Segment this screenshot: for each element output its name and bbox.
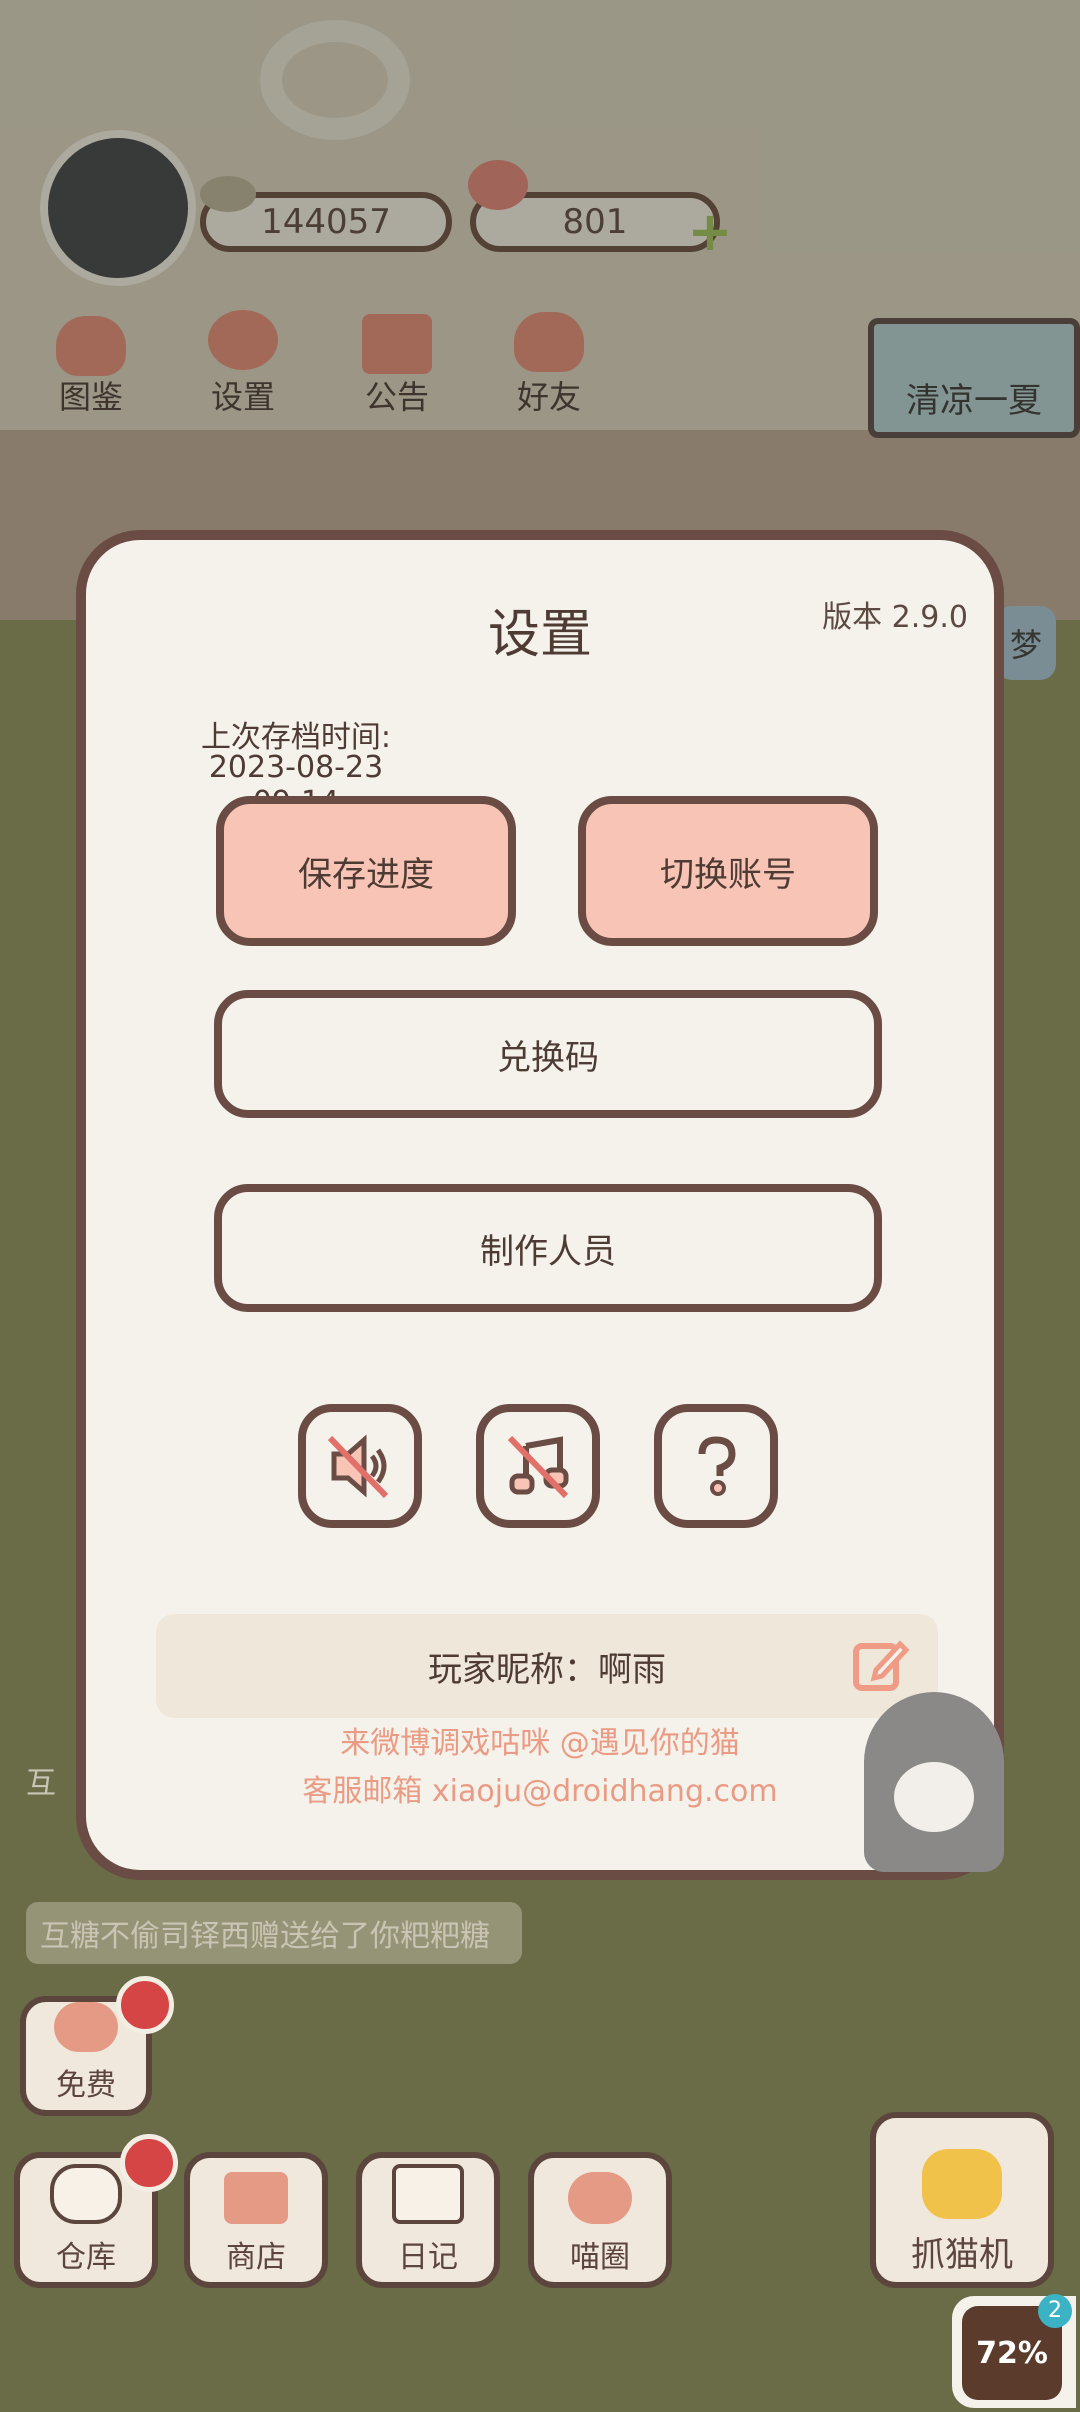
version-label: 版本 2.9.0 (822, 600, 968, 635)
music-muted-icon (507, 1435, 569, 1499)
warehouse-notification-dot (120, 2134, 178, 2192)
cat-illustration (864, 1692, 1004, 1872)
diary-button[interactable]: 日记 (356, 2152, 500, 2288)
save-progress-button[interactable]: 保存进度 (216, 796, 516, 946)
floating-count-badge: 2 (1038, 2294, 1072, 2328)
diary-label: 日记 (398, 2240, 458, 2275)
cat-circle-button[interactable]: 喵圈 (528, 2152, 672, 2288)
weibo-link[interactable]: 来微博调戏咕咪 @遇见你的猫 (86, 1718, 994, 1762)
settings-dialog: 设置 版本 2.9.0 上次存档时间: 2023-08-23 09:14 保存进… (76, 530, 1004, 1880)
credits-label: 制作人员 (480, 1231, 616, 1272)
switch-account-label: 切换账号 (660, 854, 796, 895)
floating-count: 2 (1048, 2298, 1062, 2323)
redeem-code-button[interactable]: 兑换码 (214, 990, 882, 1118)
nickname-row[interactable]: 玩家昵称：啊雨 (156, 1614, 938, 1718)
help-icon (698, 1436, 736, 1496)
floating-progress-widget[interactable]: 72% 2 (952, 2294, 1076, 2408)
rice-bowl-icon (50, 2164, 122, 2224)
claw-machine-label: 抓猫机 (911, 2235, 1013, 2275)
cat-planet-icon (568, 2172, 632, 2224)
help-button[interactable] (654, 1404, 778, 1528)
shop-button[interactable]: 商店 (184, 2152, 328, 2288)
gift-toast-text: 互糖不偷司铎西赠送给了你粑粑糖 (40, 1919, 490, 1954)
save-progress-label: 保存进度 (298, 854, 434, 895)
cat-circle-label: 喵圈 (570, 2240, 630, 2275)
claw-icon (922, 2149, 1002, 2219)
credits-button[interactable]: 制作人员 (214, 1184, 882, 1312)
free-notification-dot (116, 1976, 174, 2034)
switch-account-button[interactable]: 切换账号 (578, 796, 878, 946)
apple-icon (54, 2002, 118, 2052)
support-email[interactable]: 客服邮箱 xiaoju@droidhang.com (86, 1766, 994, 1810)
edit-icon[interactable] (852, 1636, 910, 1694)
floating-percent: 72% (976, 2335, 1048, 2371)
sound-muted-icon (327, 1434, 389, 1499)
sound-toggle-button[interactable] (298, 1404, 422, 1528)
music-toggle-button[interactable] (476, 1404, 600, 1528)
redeem-code-label: 兑换码 (497, 1037, 599, 1078)
nickname-label: 玩家昵称：啊雨 (428, 1649, 666, 1690)
gift-toast: 互糖不偷司铎西赠送给了你粑粑糖 (26, 1902, 522, 1964)
diary-icon (392, 2164, 464, 2224)
claw-machine-button[interactable]: 抓猫机 (870, 2112, 1054, 2288)
toast-partial: 互 (26, 1766, 56, 1801)
free-label: 免费 (56, 2068, 116, 2103)
shop-label: 商店 (226, 2240, 286, 2275)
shop-icon (224, 2172, 288, 2224)
warehouse-label: 仓库 (56, 2240, 116, 2275)
